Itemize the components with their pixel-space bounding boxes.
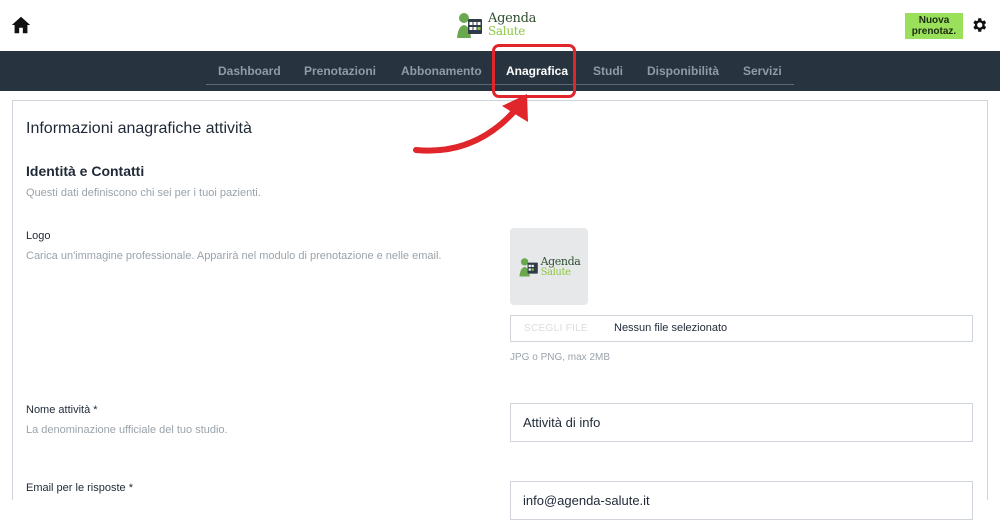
section-description: Questi dati definiscono chi sei per i tu… bbox=[26, 187, 261, 199]
app-logo[interactable]: Agenda Salute bbox=[455, 9, 550, 41]
logo-preview-mark-icon bbox=[519, 257, 538, 277]
logo-preview-line1: Agenda bbox=[540, 254, 581, 268]
logo-mark-icon bbox=[457, 13, 482, 38]
annotation-arrow-icon bbox=[413, 94, 528, 154]
logo-preview: Agenda Salute bbox=[510, 228, 588, 305]
tab-servizi[interactable]: Servizi bbox=[743, 64, 782, 78]
tab-studi[interactable]: Studi bbox=[593, 64, 623, 78]
reply-email-label: Email per le risposte * bbox=[26, 482, 133, 494]
page-title: Informazioni anagrafiche attività bbox=[26, 120, 252, 137]
tab-dashboard[interactable]: Dashboard bbox=[218, 64, 281, 78]
business-name-input[interactable] bbox=[510, 403, 973, 442]
tab-prenotazioni[interactable]: Prenotazioni bbox=[304, 64, 376, 78]
file-hint: JPG o PNG, max 2MB bbox=[510, 352, 611, 363]
reply-email-input[interactable] bbox=[510, 481, 973, 520]
file-status: Nessun file selezionato bbox=[614, 322, 728, 334]
new-booking-button[interactable]: Nuova prenotaz. bbox=[905, 13, 963, 39]
logo-preview-line2: Salute bbox=[540, 266, 571, 278]
logo-label: Logo bbox=[26, 230, 51, 242]
gear-icon[interactable] bbox=[970, 16, 988, 34]
business-name-description: La denominazione ufficiale del tuo studi… bbox=[26, 424, 228, 436]
choose-file-button[interactable]: SCEGLI FILE bbox=[511, 316, 601, 341]
logo-file-input[interactable]: SCEGLI FILE Nessun file selezionato bbox=[510, 315, 973, 342]
logo-text-line2: Salute bbox=[488, 24, 526, 38]
home-icon[interactable] bbox=[10, 14, 32, 36]
highlight-box bbox=[492, 44, 576, 98]
business-name-label: Nome attività * bbox=[26, 404, 98, 416]
tab-abbonamento[interactable]: Abbonamento bbox=[401, 64, 482, 78]
section-title: Identità e Contatti bbox=[26, 163, 145, 179]
logo-description: Carica un'immagine professionale. Appari… bbox=[26, 250, 442, 262]
tab-disponibilita[interactable]: Disponibilità bbox=[647, 64, 719, 78]
